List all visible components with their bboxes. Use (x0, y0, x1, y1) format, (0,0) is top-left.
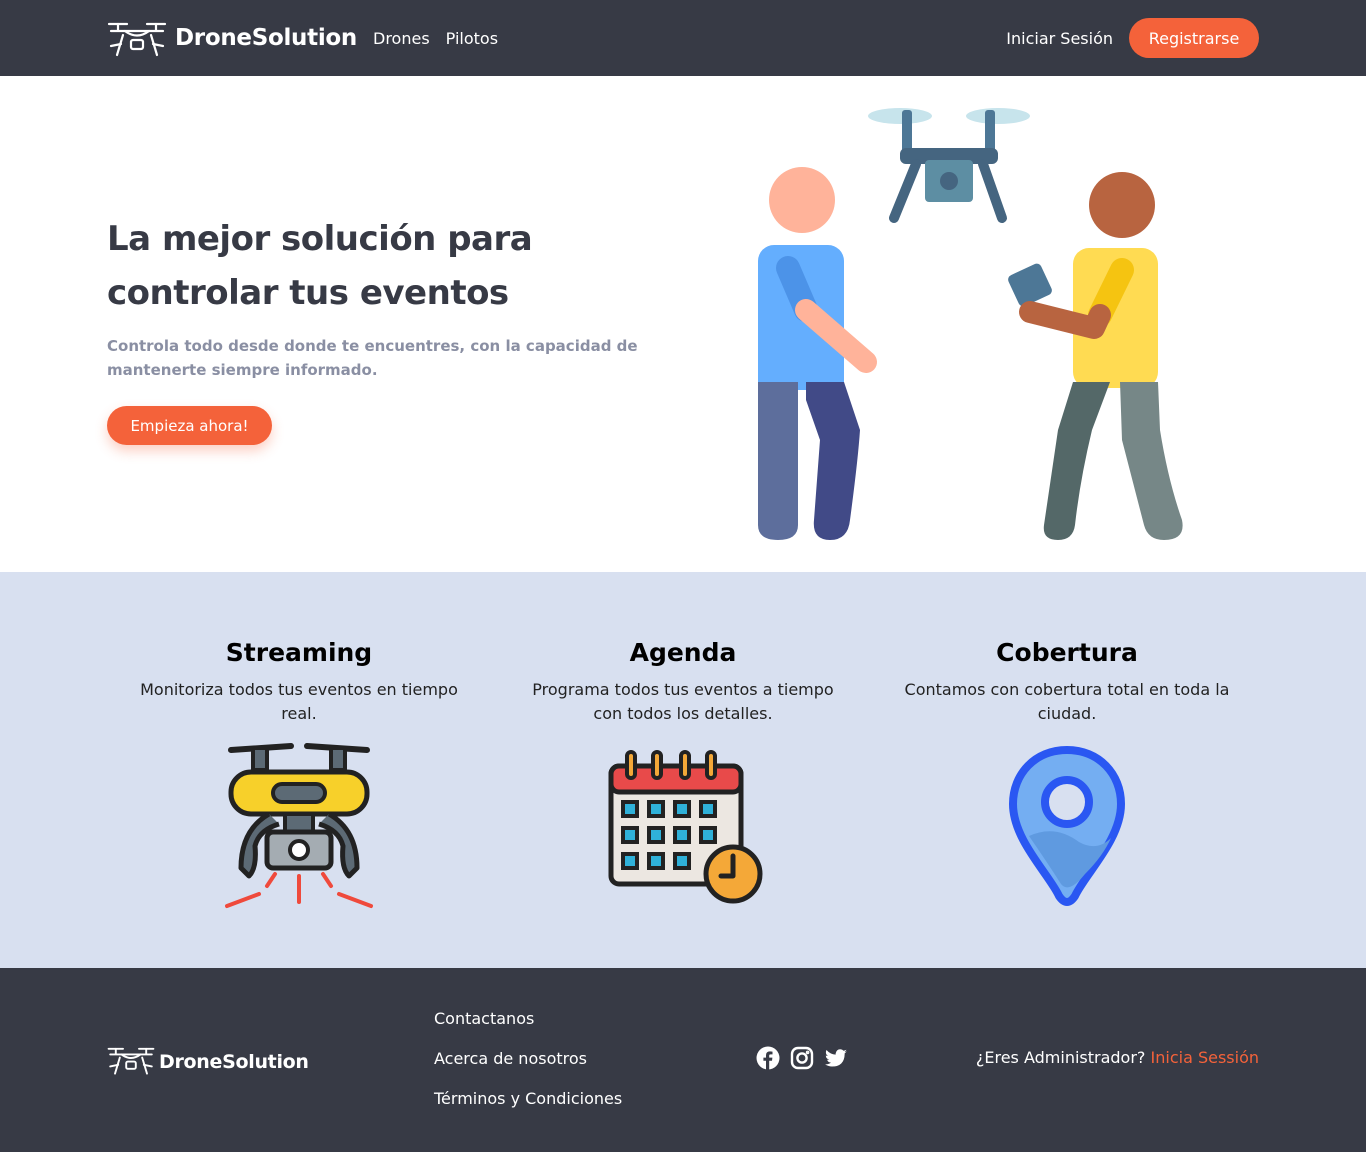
drone-logo-icon (107, 18, 167, 58)
brand-name: DroneSolution (175, 25, 357, 51)
feature-title: Cobertura (996, 638, 1138, 667)
navbar: DroneSolution Drones Pilotos Iniciar Ses… (0, 0, 1366, 76)
feature-title: Agenda (629, 638, 737, 667)
calendar-clock-icon (603, 748, 763, 912)
nav-auth: Iniciar Sesión Registrarse (1006, 18, 1259, 58)
location-pin-icon (1007, 744, 1127, 912)
feature-description: Programa todos tus eventos a tiempo con … (532, 680, 834, 723)
footer-brand[interactable]: DroneSolution (107, 1044, 309, 1080)
footer-brand-name: DroneSolution (159, 1051, 309, 1073)
drone-logo-icon (107, 1044, 155, 1080)
pilots-with-drone-illustration (740, 100, 1200, 554)
feature-streaming: Streaming Monitoriza todos tus eventos e… (134, 636, 464, 908)
nav-link-pilotos[interactable]: Pilotos (446, 29, 498, 48)
twitter-icon[interactable] (824, 1046, 848, 1070)
social-links (756, 1046, 848, 1070)
hero-subtitle: Controla todo desde donde te encuentres,… (107, 337, 638, 379)
admin-login-link[interactable]: Inicia Sessión (1151, 1048, 1259, 1067)
feature-description: Monitoriza todos tus eventos en tiempo r… (140, 680, 458, 723)
hero-title: La mejor solución para controlar tus eve… (107, 219, 533, 313)
footer-links: Contactanos Acerca de nosotros Términos … (434, 1008, 622, 1128)
feature-description: Contamos con cobertura total en toda la … (904, 680, 1230, 723)
features-section: Streaming Monitoriza todos tus eventos e… (0, 572, 1366, 968)
admin-question: ¿Eres Administrador? (975, 1048, 1146, 1067)
admin-login-prompt: ¿Eres Administrador? Inicia Sessión (976, 1048, 1259, 1067)
nav-link-drones[interactable]: Drones (373, 29, 430, 48)
footer-link-terms[interactable]: Términos y Condiciones (434, 1088, 622, 1110)
person-left-illustration (758, 167, 877, 540)
person-right-illustration (1008, 172, 1183, 540)
instagram-icon[interactable] (790, 1046, 814, 1070)
start-now-button[interactable]: Empieza ahora! (107, 406, 272, 445)
register-button[interactable]: Registrarse (1129, 18, 1259, 58)
login-link[interactable]: Iniciar Sesión (1006, 29, 1113, 48)
feature-agenda: Agenda Programa todos tus eventos a tiem… (518, 636, 848, 904)
feature-title: Streaming (225, 638, 373, 667)
feature-cobertura: Cobertura Contamos con cobertura total e… (902, 636, 1232, 906)
brand[interactable]: DroneSolution (107, 18, 357, 58)
hero-section: La mejor solución para controlar tus eve… (0, 76, 1366, 572)
navbar-inner: DroneSolution Drones Pilotos Iniciar Ses… (107, 0, 1259, 76)
footer-link-about[interactable]: Acerca de nosotros (434, 1048, 622, 1070)
drone-camera-icon (219, 742, 379, 914)
facebook-icon[interactable] (756, 1046, 780, 1070)
footer-link-contact[interactable]: Contactanos (434, 1008, 622, 1030)
nav-links: Drones Pilotos (373, 29, 498, 48)
footer: DroneSolution Contactanos Acerca de noso… (0, 968, 1366, 1152)
drone-illustration (868, 108, 1030, 223)
